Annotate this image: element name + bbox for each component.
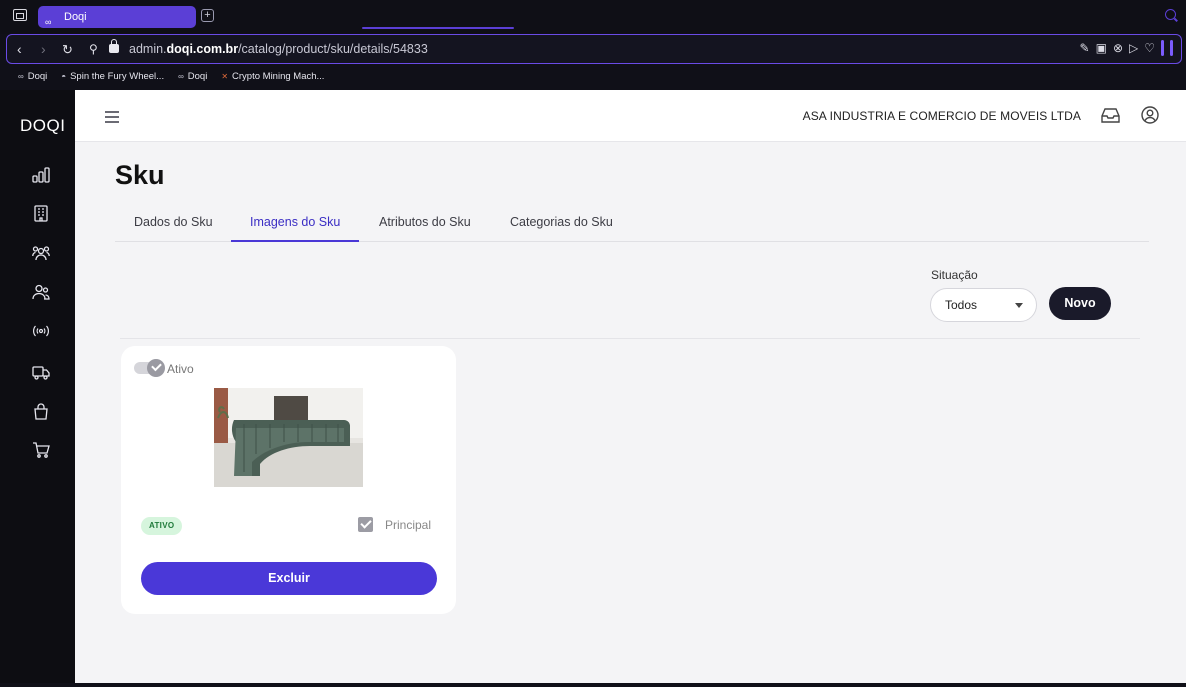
bookmark-item[interactable]: ∞ Doqi [178, 71, 207, 82]
bookmark-item[interactable]: ✕ Crypto Mining Mach... [221, 71, 324, 82]
camera-icon[interactable]: ▣ [1096, 41, 1107, 55]
divider [120, 338, 1140, 339]
loading-indicator [362, 27, 514, 29]
bookmark-favicon-icon: ∞ [18, 71, 24, 81]
tab-title: Doqi [64, 11, 87, 23]
top-bar: ASA INDUSTRIA E COMERCIO DE MOVEIS LTDA [75, 90, 1186, 142]
inbox-icon[interactable] [1101, 107, 1120, 129]
active-tab-indicator [231, 240, 359, 242]
tab-search-icon[interactable] [1165, 9, 1176, 20]
extensions: ✎ ▣ ⊗ ▷ ♡ [1080, 40, 1173, 56]
tab-atributos[interactable]: Atributos do Sku [379, 215, 471, 229]
status-filter-select[interactable]: Todos [930, 288, 1037, 322]
users-group-icon[interactable] [31, 244, 51, 262]
browser-tab[interactable]: ∞ Doqi [38, 6, 196, 28]
edit-icon[interactable]: ✎ [1080, 41, 1090, 55]
extension-bar-icon[interactable] [1170, 40, 1173, 56]
building-icon[interactable] [31, 204, 51, 222]
cart-icon[interactable] [31, 441, 51, 459]
tab-favicon-icon: ∞ [45, 17, 52, 27]
block-icon[interactable]: ⊗ [1113, 41, 1123, 55]
site-settings-icon[interactable]: ⚲ [89, 42, 98, 56]
new-tab-button[interactable]: + [201, 9, 214, 22]
bag-icon[interactable] [31, 402, 51, 420]
logo[interactable]: DOQI [20, 116, 65, 136]
bookmarks-bar: ∞ Doqi ◓ Spin the Fury Wheel... ∞ Doqi ✕ Cry… [0, 66, 1186, 86]
new-button[interactable]: Novo [1049, 287, 1111, 320]
sku-tabs: Dados do Sku Imagens do Sku Atributos do… [115, 203, 1149, 242]
tab-strip: ∞ Doqi + [0, 0, 1186, 34]
active-toggle[interactable] [134, 359, 165, 377]
heart-icon[interactable]: ♡ [1144, 41, 1155, 55]
users-icon[interactable] [31, 283, 51, 301]
product-image[interactable] [214, 388, 363, 487]
truck-icon[interactable] [31, 363, 51, 381]
image-card: Ativo ATIVO Principal Excluir [121, 346, 456, 614]
menu-icon[interactable] [105, 111, 119, 123]
reload-icon[interactable]: ↻ [62, 42, 73, 58]
principal-label: Principal [385, 518, 432, 532]
back-icon[interactable]: ‹ [17, 41, 22, 57]
status-filter-value: Todos [945, 298, 978, 312]
tab-dados[interactable]: Dados do Sku [134, 215, 213, 229]
url-text[interactable]: admin.doqi.com.br/catalog/product/sku/de… [129, 42, 428, 56]
check-icon [147, 359, 165, 377]
chevron-down-icon [1015, 303, 1023, 308]
company-name[interactable]: ASA INDUSTRIA E COMERCIO DE MOVEIS LTDA [803, 109, 1081, 123]
send-icon[interactable]: ▷ [1129, 41, 1138, 55]
delete-button[interactable]: Excluir [141, 562, 437, 595]
forward-icon[interactable]: › [41, 41, 46, 57]
page-title: Sku [115, 160, 165, 190]
lock-icon[interactable] [109, 39, 119, 53]
user-account-icon[interactable] [1141, 106, 1159, 129]
bookmark-item[interactable]: ◓ Spin the Fury Wheel... [61, 71, 164, 82]
active-toggle-label: Ativo [167, 362, 194, 376]
chart-icon[interactable] [31, 166, 51, 184]
tab-imagens[interactable]: Imagens do Sku [250, 215, 340, 229]
tab-categorias[interactable]: Categorias do Sku [510, 215, 613, 229]
browser-window: ∞ Doqi + ‹ › ↻ ⚲ admin.doqi.com.br/catal… [0, 0, 1186, 687]
status-filter-label: Situação [931, 268, 978, 282]
bookmark-favicon-icon: ✕ [221, 71, 229, 81]
bookmark-favicon-icon: ∞ [178, 71, 184, 81]
broadcast-icon[interactable] [31, 322, 51, 340]
principal-checkbox[interactable] [358, 517, 373, 532]
status-badge: ATIVO [141, 517, 183, 535]
extension-bar-icon[interactable] [1161, 40, 1164, 56]
address-bar[interactable]: ‹ › ↻ ⚲ admin.doqi.com.br/catalog/produc… [6, 34, 1182, 64]
sidebar: DOQI [0, 90, 75, 683]
bookmark-favicon-icon: ◓ [61, 71, 67, 81]
bookmark-item[interactable]: ∞ Doqi [18, 71, 47, 82]
app: DOQI ASA INDUSTRIA E COMERCIO DE MOVEIS … [0, 90, 1186, 683]
sidebar-toggle-icon[interactable] [13, 9, 27, 21]
